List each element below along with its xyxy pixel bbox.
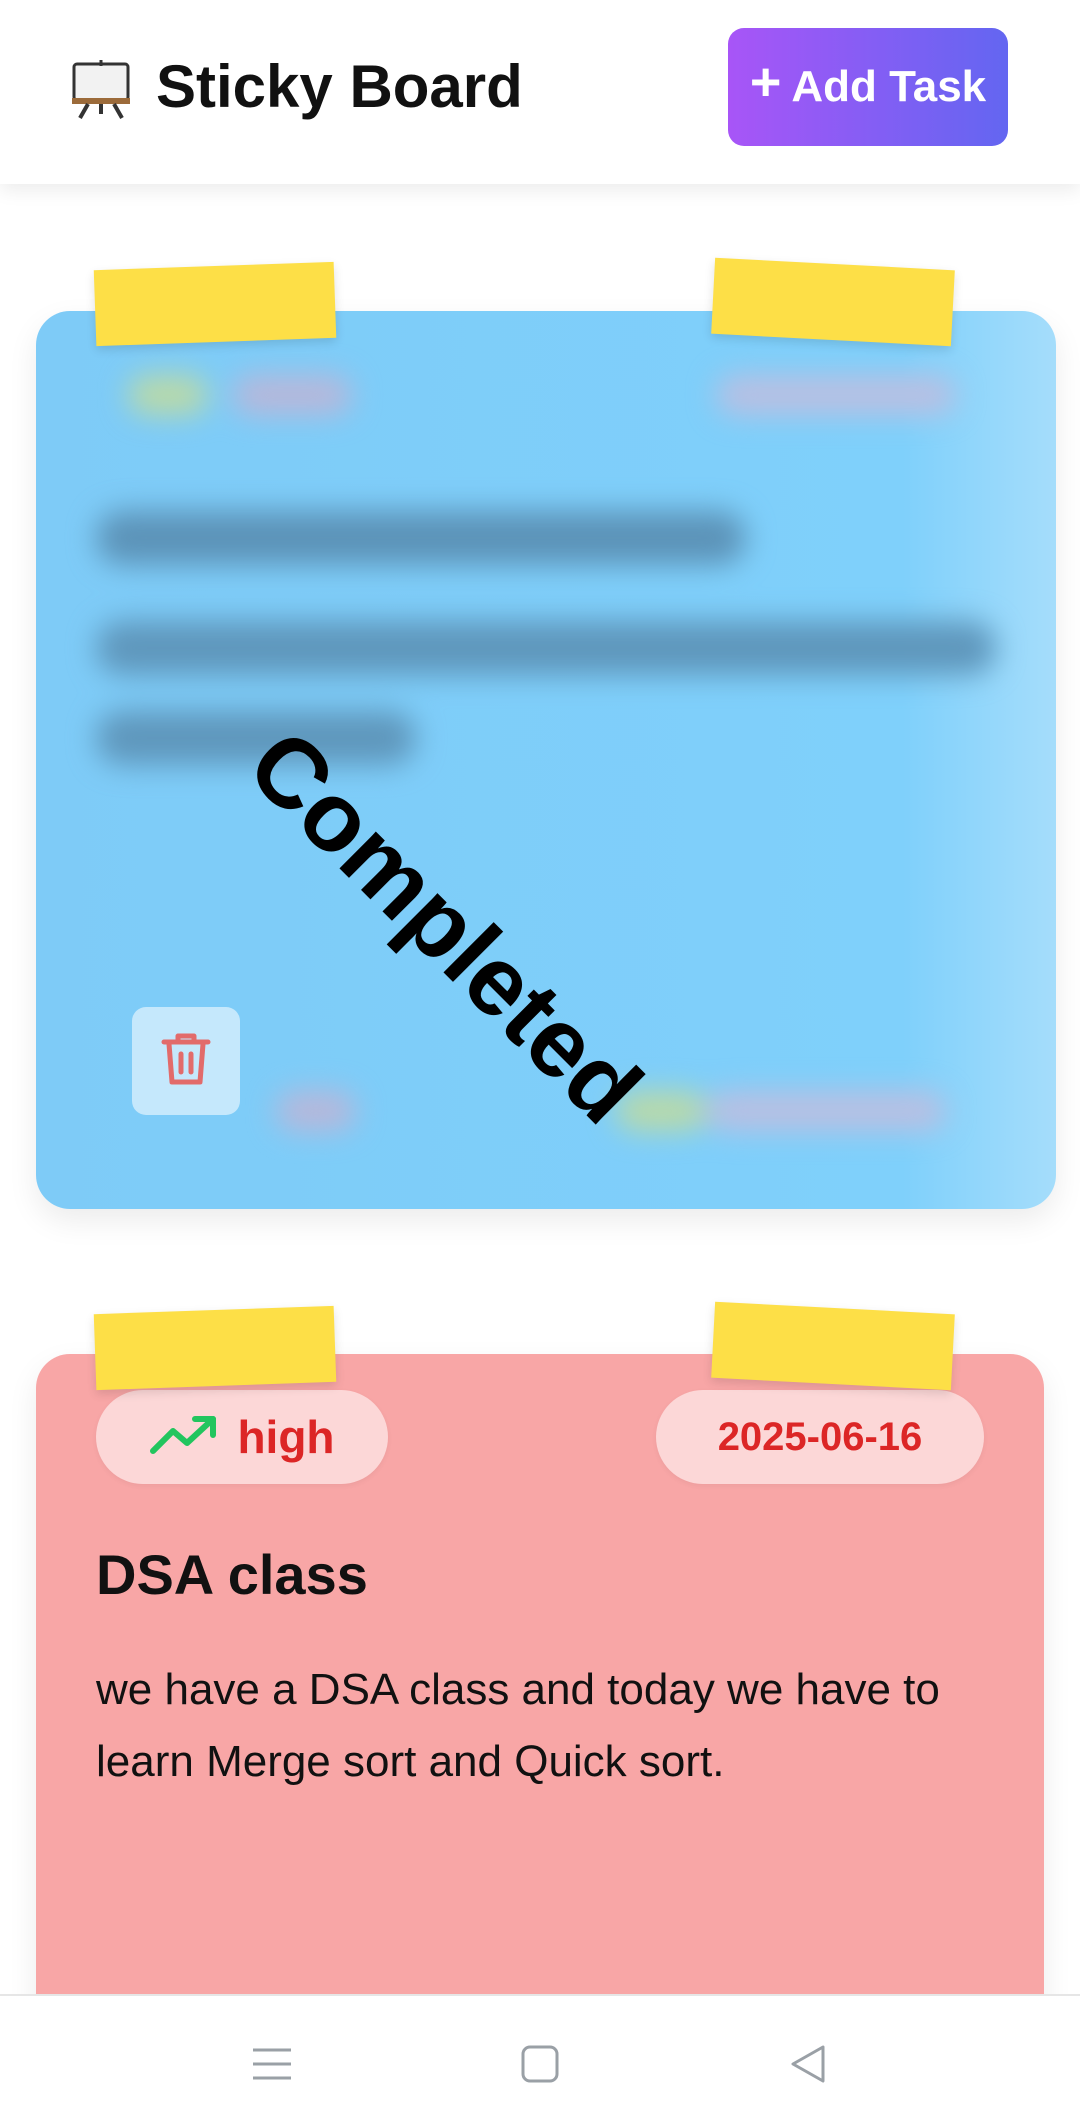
system-nav-bar bbox=[0, 1994, 1080, 2128]
add-task-button[interactable]: + Add Task bbox=[728, 28, 1008, 146]
trending-up-icon bbox=[149, 1413, 219, 1462]
tape-decoration bbox=[93, 1305, 337, 1391]
home-icon[interactable] bbox=[510, 2034, 570, 2094]
plus-icon: + bbox=[749, 52, 782, 112]
sticky-note-completed[interactable]: Completed bbox=[36, 311, 1056, 1209]
due-date-badge: 2025-06-16 bbox=[656, 1390, 984, 1484]
task-title: DSA class bbox=[96, 1543, 368, 1606]
tape-decoration bbox=[711, 257, 955, 347]
app-title: Sticky Board bbox=[156, 53, 523, 120]
easel-icon bbox=[70, 58, 132, 120]
tape-decoration bbox=[93, 261, 337, 347]
priority-badge: high bbox=[96, 1390, 388, 1484]
task-description: we have a DSA class and today we have to… bbox=[96, 1665, 940, 1786]
priority-label: high bbox=[237, 1411, 335, 1463]
back-icon[interactable] bbox=[778, 2034, 838, 2094]
trash-icon bbox=[160, 1030, 212, 1093]
due-date-label: 2025-06-16 bbox=[717, 1414, 923, 1459]
tape-decoration bbox=[711, 1301, 955, 1391]
add-task-label: Add Task bbox=[791, 62, 987, 111]
menu-icon[interactable] bbox=[242, 2034, 302, 2094]
app-header: Sticky Board + Add Task bbox=[0, 0, 1080, 184]
delete-task-button[interactable] bbox=[132, 1007, 240, 1115]
